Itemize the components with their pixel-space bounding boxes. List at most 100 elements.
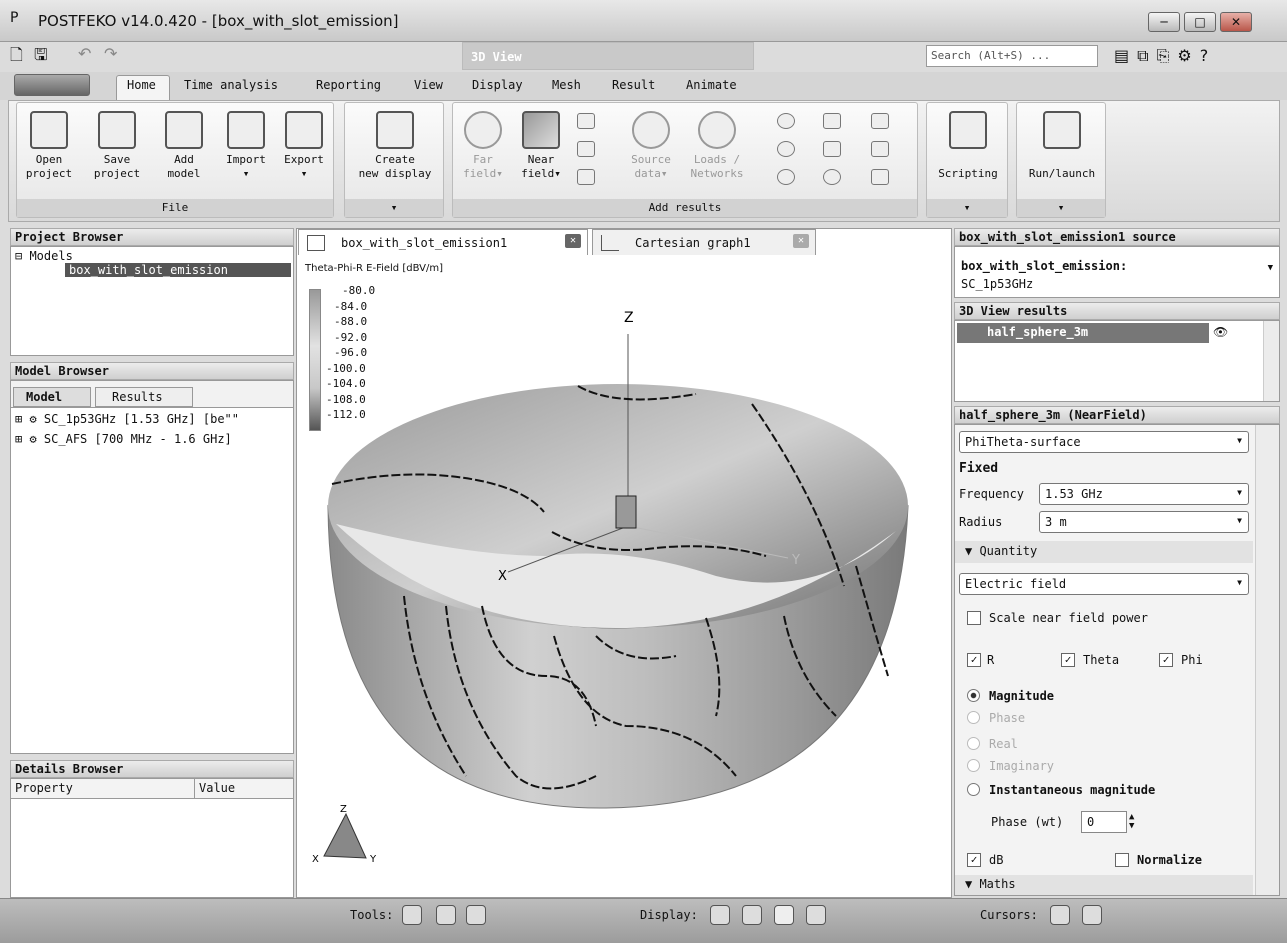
result-item-half-sphere[interactable]: half_sphere_3m [957,323,1209,343]
run-launch-button[interactable]: Run/launch [1021,111,1103,181]
display-group-label[interactable]: ▾ [345,199,443,217]
new-file-icon[interactable]: 🗋 [10,44,23,71]
source-data-button[interactable]: Source data▾ [623,111,679,181]
export-icon[interactable]: ⎘ [1157,46,1178,65]
close-tab-icon[interactable]: ✕ [565,234,581,248]
maths-header[interactable]: ▼ Maths [955,875,1253,895]
display-3d-icon[interactable] [710,905,730,925]
real-radio[interactable] [967,737,980,750]
magnitude-radio[interactable] [967,689,980,702]
add-line1: Add [174,153,194,166]
tab-result[interactable]: Result [612,78,655,92]
spinner-icon[interactable]: ▲ ▼ [1129,813,1134,831]
near-field-icon [522,111,560,149]
instantaneous-radio[interactable] [967,783,980,796]
scripting-button[interactable]: Scripting [931,111,1005,181]
binoculars-icon[interactable] [466,905,486,925]
tab-mesh[interactable]: Mesh [552,78,581,92]
create-new-display-button[interactable]: Create new display [349,111,441,181]
add-model-button[interactable]: Add model [159,111,209,181]
run-group-label[interactable]: ▾ [1017,199,1105,217]
tab-time-analysis[interactable]: Time analysis [184,78,278,92]
eye-icon[interactable]: 👁 [1213,325,1228,339]
scripting-label: Scripting [938,167,998,180]
close-button[interactable]: ✕ [1220,12,1252,32]
scale-power-checkbox[interactable] [967,611,981,625]
grid-icon[interactable] [806,905,826,925]
open-project-button[interactable]: Open project [23,111,75,181]
surface-type-select[interactable]: PhiTheta-surface [959,431,1249,453]
tree-root-models[interactable]: ⊟ Models [15,249,73,263]
power-icon[interactable] [777,113,795,129]
application-menu-button[interactable] [14,74,90,96]
properties-scrollbar[interactable] [1255,425,1279,895]
far-field-button[interactable]: Far field▾ [459,111,507,181]
time-icon[interactable] [823,169,841,185]
errors-icon[interactable] [577,169,595,185]
imaginary-radio[interactable] [967,759,980,772]
chevron-down-icon[interactable]: ▼ [1268,263,1273,273]
undo-icon[interactable]: ↶ [78,44,91,63]
maximize-button[interactable]: □ [1184,12,1216,32]
near-field-button[interactable]: Near field▾ [517,111,565,181]
scrollbar[interactable] [1263,321,1279,401]
source-box[interactable]: box_with_slot_emission: SC_1p53GHz ▼ [954,246,1280,298]
select-icon[interactable] [774,905,794,925]
near-field-hemisphere[interactable]: Z X Y [296,256,952,896]
col-property[interactable]: Property [11,779,195,799]
tree-item-sc-afs[interactable]: ⊞ ⚙ SC_AFS [700 MHz - 1.6 GHz] [15,432,232,446]
close-tab-icon[interactable]: ✕ [793,234,809,248]
export-button[interactable]: Export ▾ [277,111,331,181]
tab-results[interactable]: Results [95,387,193,407]
db-checkbox[interactable]: ✓ [967,853,981,867]
tab-model[interactable]: Model [13,387,91,407]
search-input[interactable]: Search (Alt+S) ... [926,45,1098,67]
help-icon[interactable]: ? [1200,46,1217,65]
quantity-select[interactable]: Electric field [959,573,1249,595]
currents-icon[interactable] [577,113,595,129]
tree-item-sc-1p53[interactable]: ⊞ ⚙ SC_1p53GHz [1.53 GHz] [be"" [15,412,239,426]
quantity-header[interactable]: ▼ Quantity [955,541,1253,563]
tab-reporting[interactable]: Reporting [316,78,381,92]
save-project-button[interactable]: Save project [89,111,145,181]
ruler-icon[interactable] [402,905,422,925]
tab-animate[interactable]: Animate [686,78,737,92]
probe-icon[interactable] [777,141,795,157]
tab-home-label[interactable]: Home [127,78,156,92]
frequency-select[interactable]: 1.53 GHz [1039,483,1249,505]
charges-icon[interactable] [577,141,595,157]
minimize-button[interactable]: ─ [1148,12,1180,32]
magnitude-label: Magnitude [989,689,1055,703]
import-button[interactable]: Import ▾ [219,111,273,181]
tab-display[interactable]: Display [472,78,523,92]
save-icon[interactable]: 🖫 [34,44,48,71]
phase-radio[interactable] [967,711,980,724]
tree-item-model[interactable]: box_with_slot_emission [65,263,291,277]
tab-view[interactable]: View [414,78,443,92]
tooltip-icon[interactable] [1082,905,1102,925]
scripting-group-label[interactable]: ▾ [927,199,1007,217]
sar-icon[interactable] [823,113,841,129]
measure-icon[interactable] [436,905,456,925]
copy-icon[interactable]: ⧉ [1137,46,1156,65]
network-icon[interactable] [871,141,889,157]
r-checkbox[interactable]: ✓ [967,653,981,667]
loads-networks-button[interactable]: Loads / Networks [685,111,749,181]
redo-icon[interactable]: ↷ [104,44,117,63]
receiving-icon[interactable] [777,169,795,185]
phase-wt-input[interactable]: 0 [1081,811,1127,833]
radius-select[interactable]: 3 m [1039,511,1249,533]
tab-3d-view-doc[interactable]: box_with_slot_emission1 ✕ [298,229,588,255]
col-value[interactable]: Value [195,779,293,799]
settings-icon[interactable]: ⚙ [1177,46,1199,65]
layout-icon[interactable]: ▤ [1114,46,1137,65]
phi-checkbox[interactable]: ✓ [1159,653,1173,667]
antenna-icon[interactable] [823,141,841,157]
cursor-icon[interactable] [1050,905,1070,925]
tab-cartesian-graph[interactable]: Cartesian graph1 ✕ [592,229,816,255]
cable-icon[interactable] [871,113,889,129]
theta-checkbox[interactable]: ✓ [1061,653,1075,667]
transfer-icon[interactable] [871,169,889,185]
center-icon[interactable] [742,905,762,925]
normalize-checkbox[interactable] [1115,853,1129,867]
